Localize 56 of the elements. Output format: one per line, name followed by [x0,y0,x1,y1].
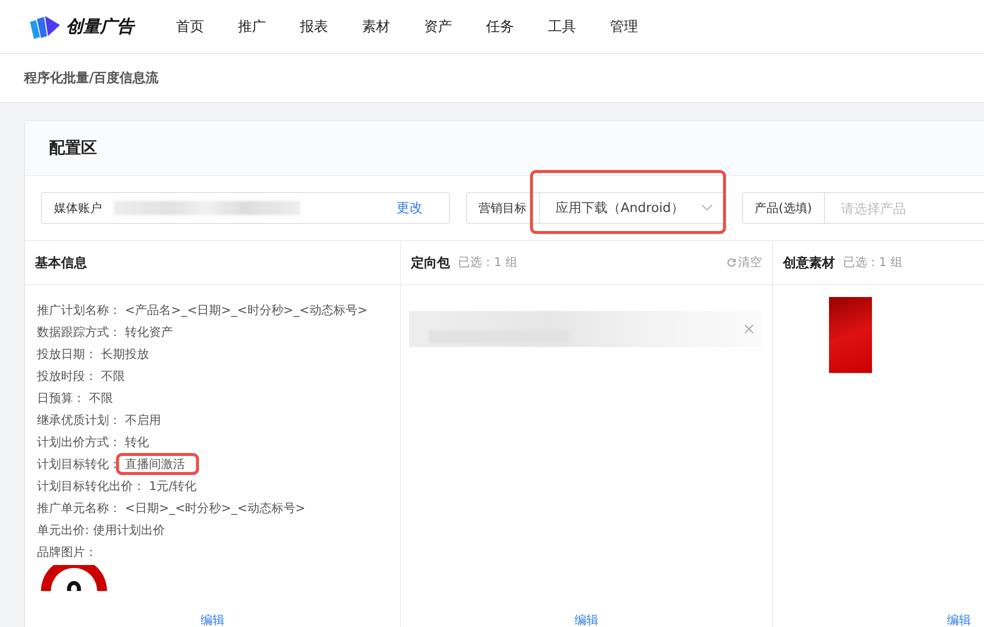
selected-count: 已选：1 组 [458,254,518,271]
brand-image-drawing [39,565,109,591]
nav-link[interactable]: 资产 [424,18,486,36]
info-value: 使用计划出价 [93,522,166,539]
creative-thumbnail-placeholder[interactable] [829,297,872,373]
info-value: 长期投放 [101,346,149,363]
info-value: 转化资产 [125,324,173,341]
marketing-goal-select[interactable]: 应用下载（Android） [540,192,726,224]
info-label: 日预算： [37,391,85,405]
info-label: 计划目标转化出价： [37,479,145,493]
info-label: 投放时段： [37,369,97,383]
selected-count: 已选：1 组 [843,254,902,271]
column-title: 创意素材 [783,254,835,272]
info-value: 不限 [101,368,125,385]
info-value: 不限 [89,390,113,407]
nav-link[interactable]: 任务 [486,18,548,36]
field-label: 媒体账户 [53,200,103,216]
nav-link[interactable]: 首页 [176,18,238,36]
field-label: 营销目标 [466,192,540,224]
info-value: 1元/转化 [149,478,197,495]
edit-link[interactable]: 编辑 [947,612,971,627]
brand-name: 创量广告 [66,16,134,38]
info-label: 数据跟踪方式： [37,325,121,339]
info-label: 继承优质计划： [37,413,121,427]
info-value: <产品名>_<日期>_<时分秒>_<动态标号> [125,302,368,319]
nav-link[interactable]: 管理 [610,18,672,36]
edit-link[interactable]: 编辑 [574,612,598,627]
info-label: 推广单元名称： [37,501,121,515]
info-value: 直播间激活 [125,456,185,473]
breadcrumb: 程序化批量/百度信息流 [24,70,159,87]
chevron-down-icon [700,204,713,212]
refresh-icon [727,258,736,267]
info-label: 计划出价方式： [37,435,121,449]
media-account-field[interactable]: 媒体账户 更改 [41,192,450,224]
product-input[interactable]: 请选择产品 [825,192,984,224]
nav-link[interactable]: 报表 [300,18,362,36]
close-icon[interactable] [744,324,754,334]
targeting-package-item[interactable] [409,311,762,347]
info-label: 计划目标转化： [37,457,121,471]
edit-link[interactable]: 编辑 [200,612,224,627]
info-label: 投放日期： [37,347,97,361]
field-label: 产品(选填) [742,192,825,224]
info-value: 不启用 [125,412,161,429]
info-label: 单元出价: [37,523,90,537]
column-title: 基本信息 [35,254,87,272]
nav-link[interactable]: 推广 [238,18,300,36]
info-label: 品牌图片： [37,545,97,559]
nav-link[interactable]: 素材 [362,18,424,36]
info-label: 推广计划名称： [37,303,121,317]
info-value: <日期>_<时分秒>_<动态标号> [125,500,306,517]
card-title: 配置区 [25,121,984,176]
nav-link[interactable]: 工具 [548,18,610,36]
change-link[interactable]: 更改 [396,199,423,217]
column-title: 定向包 [411,254,450,272]
logo-icon [28,14,62,38]
info-value: 转化 [125,434,149,451]
